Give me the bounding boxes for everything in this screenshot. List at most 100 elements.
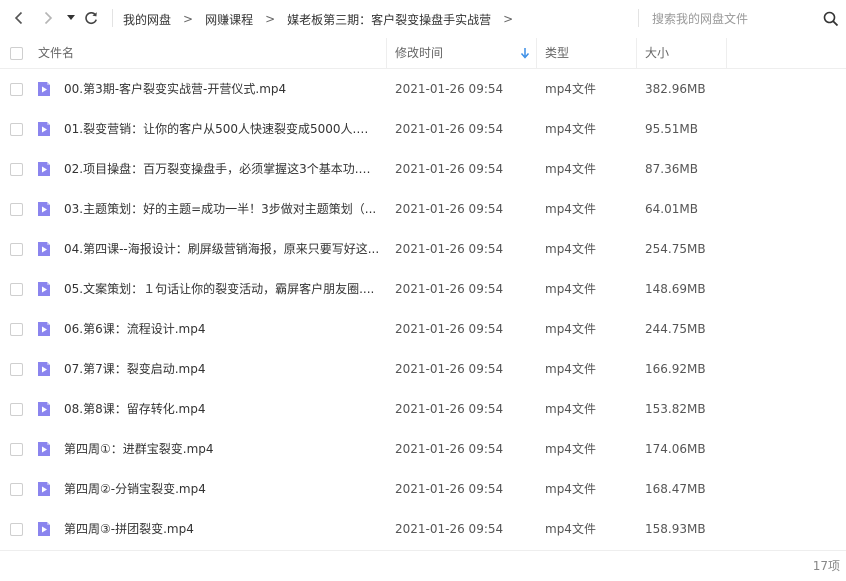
- file-size: 174.06MB: [645, 442, 706, 456]
- file-row[interactable]: 00.第3期-客户裂变实战营-开营仪式.mp4 2021-01-26 09:54…: [0, 69, 846, 109]
- file-name[interactable]: 03.主题策划：好的主题=成功一半！3步做对主题策划（...: [64, 189, 380, 229]
- video-file-icon: [38, 442, 50, 456]
- toolbar: 我的网盘 > 网赚课程 > 媒老板第三期：客户裂变操盘手实战营 >: [0, 0, 846, 38]
- file-type: mp4文件: [545, 442, 596, 456]
- file-modified-time: 2021-01-26 09:54: [395, 322, 504, 336]
- search-button[interactable]: [822, 10, 840, 28]
- file-type: mp4文件: [545, 122, 596, 136]
- file-row[interactable]: 第四周③-拼团裂变.mp4 2021-01-26 09:54 mp4文件 158…: [0, 509, 846, 549]
- row-checkbox[interactable]: [10, 523, 23, 536]
- file-name[interactable]: 08.第8课：留存转化.mp4: [64, 389, 380, 429]
- arrow-down-icon[interactable]: [520, 47, 530, 59]
- file-name[interactable]: 07.第7课：裂变启动.mp4: [64, 349, 380, 389]
- file-type: mp4文件: [545, 242, 596, 256]
- file-type: mp4文件: [545, 322, 596, 336]
- column-header-size[interactable]: 大小: [645, 38, 669, 68]
- file-name[interactable]: 05.文案策划：１句话让你的裂变活动，霸屏客户朋友圈....: [64, 269, 380, 309]
- file-size: 244.75MB: [645, 322, 706, 336]
- row-checkbox[interactable]: [10, 83, 23, 96]
- file-modified-time: 2021-01-26 09:54: [395, 362, 504, 376]
- file-type: mp4文件: [545, 362, 596, 376]
- row-checkbox[interactable]: [10, 483, 23, 496]
- file-name[interactable]: 第四周②-分销宝裂变.mp4: [64, 469, 380, 509]
- row-checkbox[interactable]: [10, 363, 23, 376]
- file-size: 87.36MB: [645, 162, 698, 176]
- item-count: 17项: [812, 559, 840, 573]
- file-row[interactable]: 04.第四课--海报设计：刷屏级营销海报，原来只要写好这... 2021-01-…: [0, 229, 846, 269]
- row-checkbox[interactable]: [10, 443, 23, 456]
- select-all-checkbox[interactable]: [10, 47, 23, 60]
- file-type: mp4文件: [545, 82, 596, 96]
- file-row[interactable]: 08.第8课：留存转化.mp4 2021-01-26 09:54 mp4文件 1…: [0, 389, 846, 429]
- file-size: 254.75MB: [645, 242, 706, 256]
- file-row[interactable]: 01.裂变营销：让你的客户从500人快速裂变成5000人.mp4 2021-01…: [0, 109, 846, 149]
- refresh-icon: [85, 12, 97, 24]
- file-row[interactable]: 07.第7课：裂变启动.mp4 2021-01-26 09:54 mp4文件 1…: [0, 349, 846, 389]
- file-modified-time: 2021-01-26 09:54: [395, 82, 504, 96]
- video-file-icon: [38, 482, 50, 496]
- file-name[interactable]: 06.第6课：流程设计.mp4: [64, 309, 380, 349]
- file-row[interactable]: 03.主题策划：好的主题=成功一半！3步做对主题策划（... 2021-01-2…: [0, 189, 846, 229]
- video-file-icon: [38, 242, 50, 256]
- row-checkbox[interactable]: [10, 283, 23, 296]
- file-size: 148.69MB: [645, 282, 706, 296]
- search-divider: [638, 9, 639, 27]
- file-row[interactable]: 第四周①：进群宝裂变.mp4 2021-01-26 09:54 mp4文件 17…: [0, 429, 846, 469]
- search-input[interactable]: [652, 8, 812, 30]
- file-modified-time: 2021-01-26 09:54: [395, 482, 504, 496]
- file-row[interactable]: 05.文案策划：１句话让你的裂变活动，霸屏客户朋友圈.... 2021-01-2…: [0, 269, 846, 309]
- caret-down-icon: [67, 15, 75, 20]
- file-type: mp4文件: [545, 202, 596, 216]
- video-file-icon: [38, 322, 50, 336]
- column-header-name[interactable]: 文件名: [38, 38, 74, 68]
- file-type: mp4文件: [545, 402, 596, 416]
- file-modified-time: 2021-01-26 09:54: [395, 442, 504, 456]
- file-size: 158.93MB: [645, 522, 706, 536]
- file-row[interactable]: 06.第6课：流程设计.mp4 2021-01-26 09:54 mp4文件 2…: [0, 309, 846, 349]
- back-button[interactable]: [8, 7, 30, 29]
- file-name[interactable]: 02.项目操盘：百万裂变操盘手，必须掌握这3个基本功.m...: [64, 149, 380, 189]
- file-name[interactable]: 第四周③-拼团裂变.mp4: [64, 509, 380, 549]
- video-file-icon: [38, 362, 50, 376]
- column-header-modified[interactable]: 修改时间: [395, 38, 443, 68]
- breadcrumb-item-courses[interactable]: 网赚课程: [205, 11, 253, 28]
- file-name[interactable]: 01.裂变营销：让你的客户从500人快速裂变成5000人.mp4: [64, 109, 380, 149]
- row-checkbox[interactable]: [10, 243, 23, 256]
- column-divider[interactable]: [726, 38, 727, 68]
- file-type: mp4文件: [545, 522, 596, 536]
- file-row[interactable]: 02.项目操盘：百万裂变操盘手，必须掌握这3个基本功.m... 2021-01-…: [0, 149, 846, 189]
- chevron-left-icon: [14, 11, 23, 25]
- file-size: 168.47MB: [645, 482, 706, 496]
- refresh-button[interactable]: [80, 7, 102, 29]
- forward-button[interactable]: [37, 7, 59, 29]
- file-size: 166.92MB: [645, 362, 706, 376]
- file-size: 382.96MB: [645, 82, 706, 96]
- file-modified-time: 2021-01-26 09:54: [395, 522, 504, 536]
- breadcrumb-item-my-drive[interactable]: 我的网盘: [123, 11, 171, 28]
- file-name[interactable]: 04.第四课--海报设计：刷屏级营销海报，原来只要写好这...: [64, 229, 380, 269]
- file-modified-time: 2021-01-26 09:54: [395, 162, 504, 176]
- video-file-icon: [38, 282, 50, 296]
- column-divider[interactable]: [636, 38, 637, 68]
- breadcrumb-expand-arrow[interactable]: >: [503, 12, 513, 26]
- column-divider[interactable]: [536, 38, 537, 68]
- video-file-icon: [38, 402, 50, 416]
- file-row[interactable]: 第四周②-分销宝裂变.mp4 2021-01-26 09:54 mp4文件 16…: [0, 469, 846, 509]
- column-divider[interactable]: [386, 38, 387, 68]
- file-name[interactable]: 00.第3期-客户裂变实战营-开营仪式.mp4: [64, 69, 380, 109]
- row-checkbox[interactable]: [10, 123, 23, 136]
- video-file-icon: [38, 522, 50, 536]
- file-type: mp4文件: [545, 282, 596, 296]
- breadcrumb-item-current-folder[interactable]: 媒老板第三期：客户裂变操盘手实战营: [287, 11, 491, 28]
- file-modified-time: 2021-01-26 09:54: [395, 282, 504, 296]
- search-icon: [823, 11, 839, 27]
- row-checkbox[interactable]: [10, 203, 23, 216]
- file-name[interactable]: 第四周①：进群宝裂变.mp4: [64, 429, 380, 469]
- file-modified-time: 2021-01-26 09:54: [395, 242, 504, 256]
- column-header-type[interactable]: 类型: [545, 38, 569, 68]
- row-checkbox[interactable]: [10, 403, 23, 416]
- video-file-icon: [38, 162, 50, 176]
- history-dropdown-button[interactable]: [61, 7, 81, 29]
- row-checkbox[interactable]: [10, 163, 23, 176]
- row-checkbox[interactable]: [10, 323, 23, 336]
